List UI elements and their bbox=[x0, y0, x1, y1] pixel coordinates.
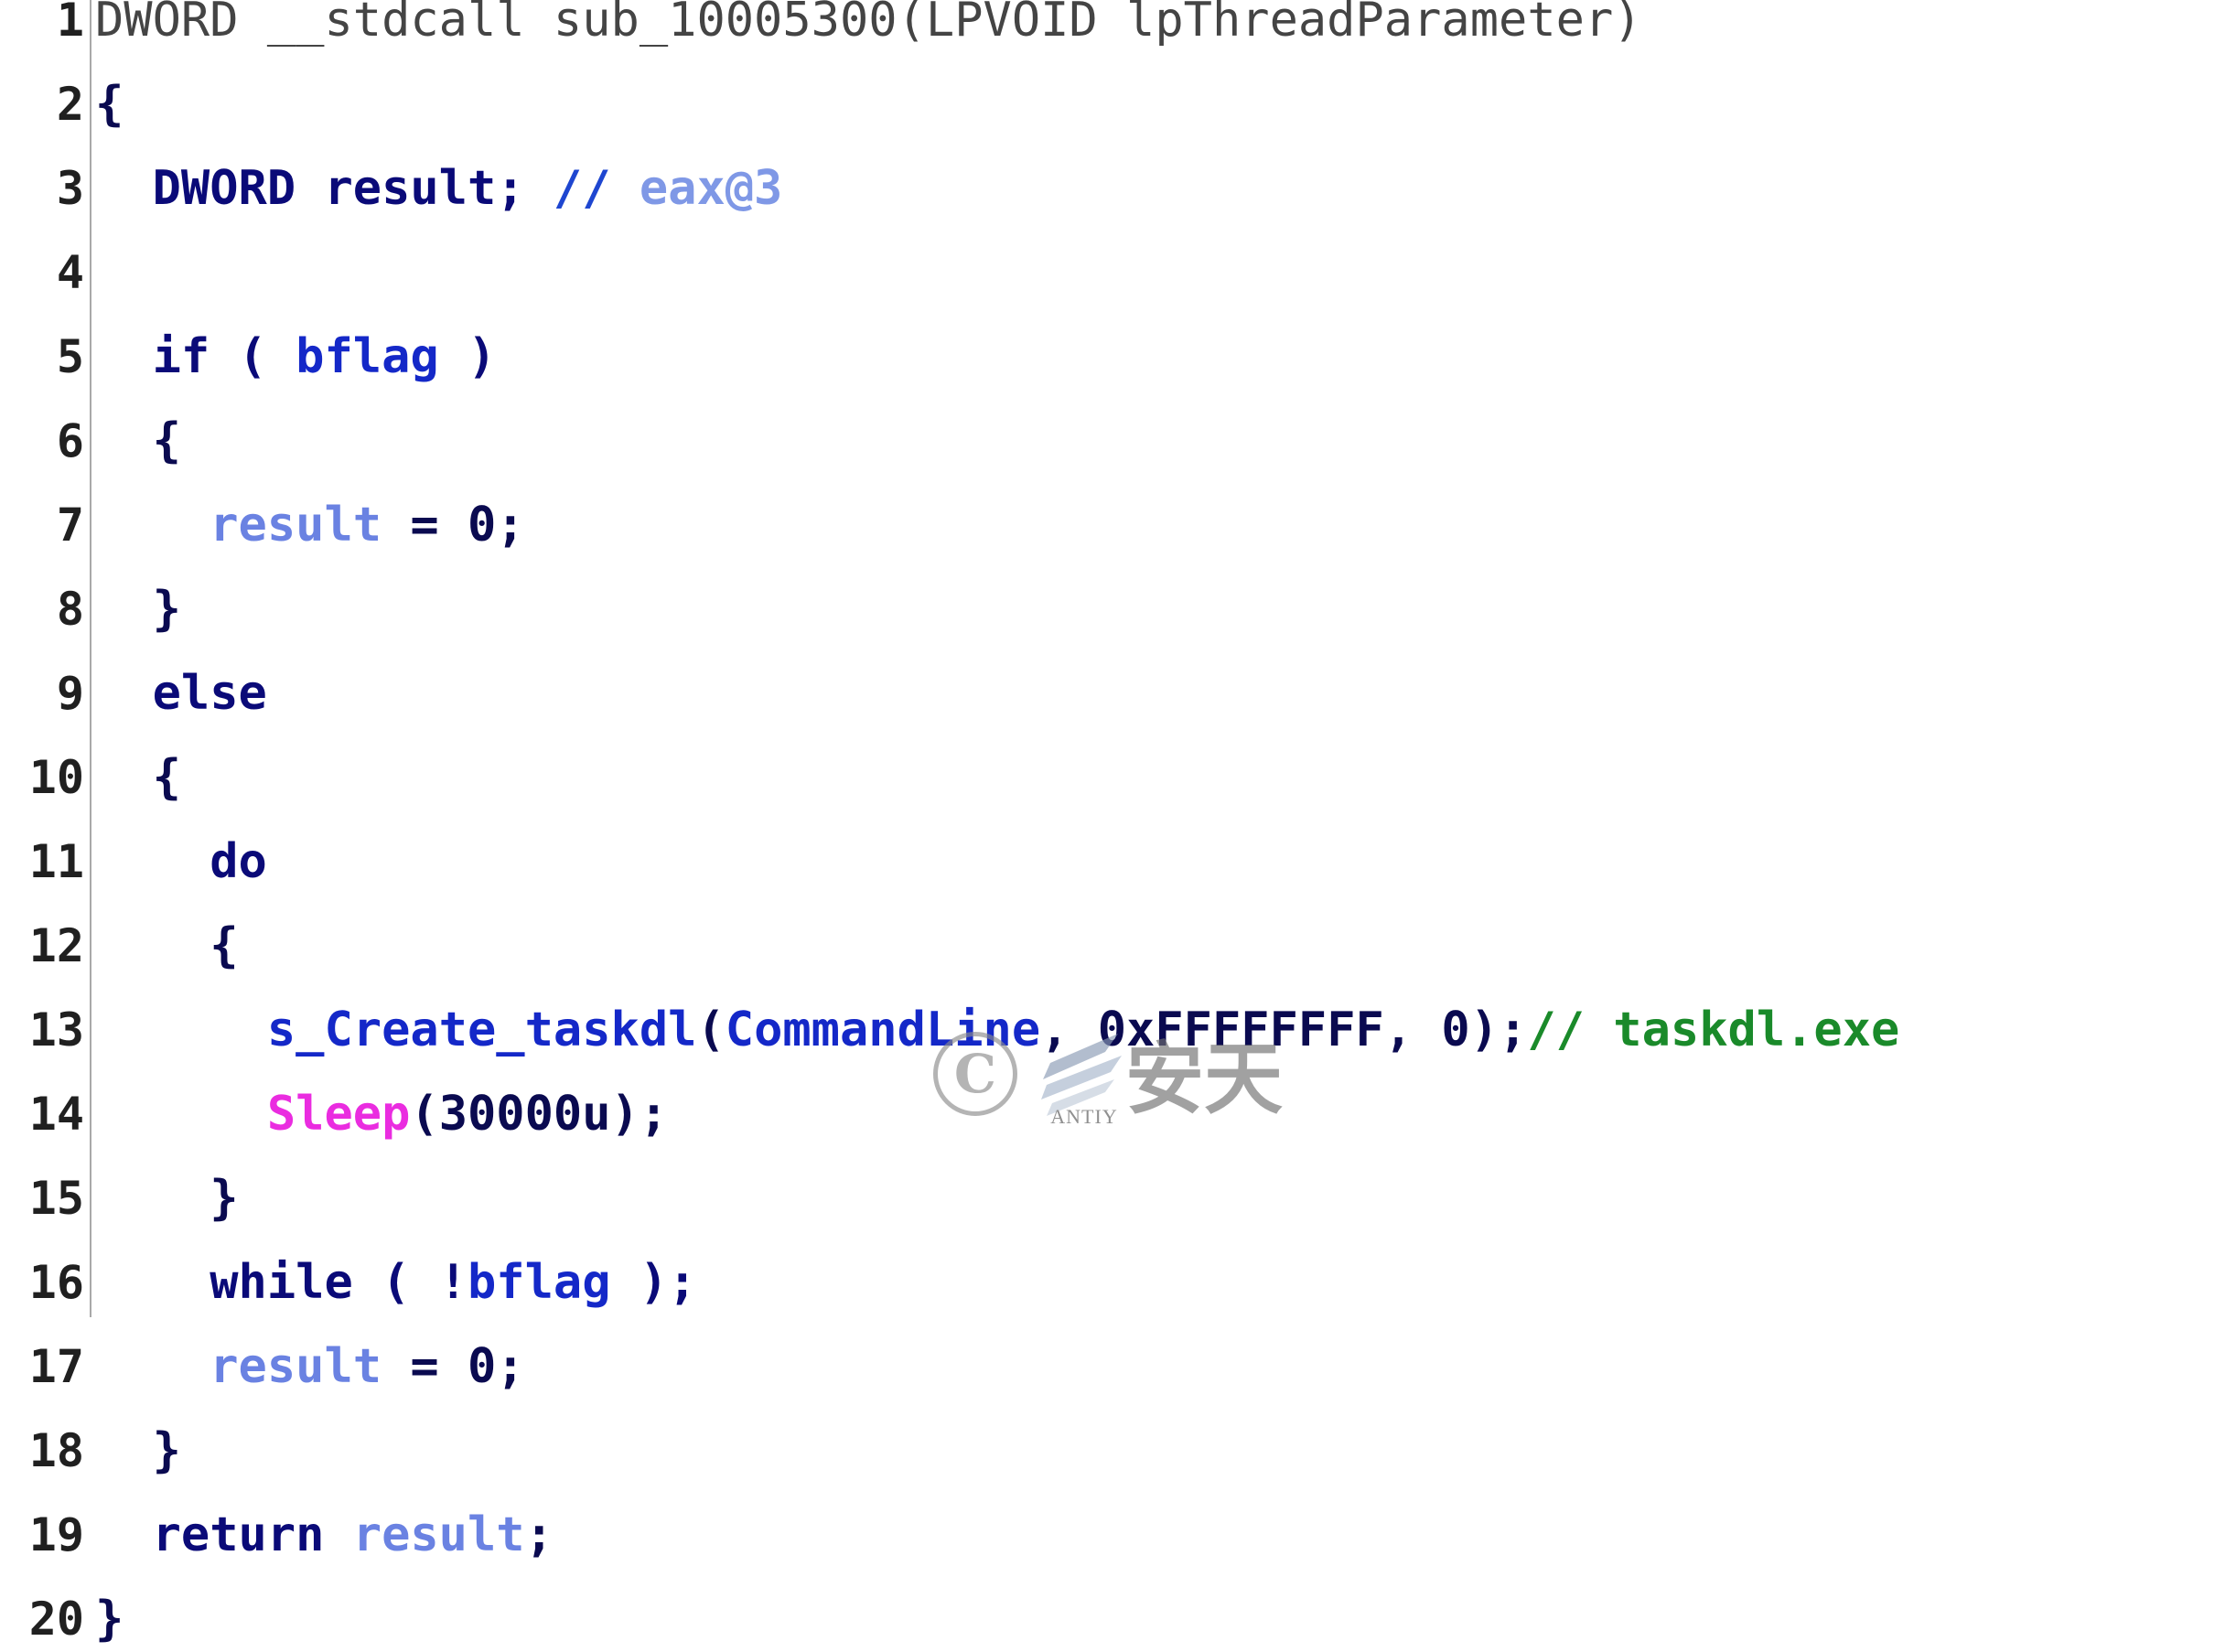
line-number: 17 bbox=[28, 1340, 84, 1393]
line-number: 11 bbox=[28, 835, 84, 888]
code-token: } bbox=[95, 1423, 181, 1478]
code-line[interactable]: 8 } bbox=[0, 576, 2236, 642]
antiy-watermark: C ANTIY 安天 bbox=[933, 1015, 1336, 1134]
line-number: 2 bbox=[56, 78, 84, 131]
code-line[interactable]: 17 result = 0; bbox=[0, 1334, 2236, 1400]
code-line[interactable]: 10 { bbox=[0, 745, 2236, 810]
code-token: do bbox=[95, 834, 267, 889]
code-line[interactable]: 11 do bbox=[0, 829, 2236, 895]
code-token: bflag bbox=[468, 1255, 611, 1310]
line-number: 8 bbox=[56, 583, 84, 636]
code-token: // bbox=[553, 161, 640, 216]
line-number: 19 bbox=[28, 1508, 84, 1561]
code-text: do bbox=[95, 829, 267, 895]
code-line[interactable]: 6 { bbox=[0, 408, 2236, 474]
code-token: = 0; bbox=[382, 498, 525, 552]
line-number: 16 bbox=[28, 1256, 84, 1309]
line-number: 5 bbox=[56, 330, 84, 383]
code-token: if ( bbox=[95, 329, 296, 384]
line-number: 14 bbox=[28, 1088, 84, 1141]
code-token: result bbox=[210, 1339, 382, 1394]
code-token: bflag bbox=[296, 329, 439, 384]
copyright-icon: C bbox=[933, 1032, 1017, 1116]
line-number: 7 bbox=[56, 499, 84, 552]
code-token: { bbox=[95, 750, 181, 805]
code-token: result bbox=[352, 1507, 525, 1562]
code-line[interactable]: 16 while ( !bflag ); bbox=[0, 1250, 2236, 1315]
code-token: ( bbox=[696, 1003, 726, 1057]
code-line[interactable]: 3 DWORD result; // eax@3 bbox=[0, 156, 2236, 221]
code-text: while ( !bflag ); bbox=[95, 1250, 696, 1315]
line-number: 12 bbox=[28, 919, 84, 972]
code-token: eax@3 bbox=[639, 161, 783, 216]
code-line[interactable]: 19 return result; bbox=[0, 1502, 2236, 1568]
code-line[interactable]: 18 } bbox=[0, 1418, 2236, 1484]
code-token: } bbox=[95, 1592, 124, 1647]
code-token: return bbox=[95, 1507, 353, 1562]
line-number: 3 bbox=[56, 162, 84, 215]
code-text: Sleep(30000u); bbox=[95, 1081, 668, 1147]
line-number: 13 bbox=[28, 1003, 84, 1057]
line-number: 4 bbox=[56, 246, 84, 299]
code-text: } bbox=[95, 1586, 124, 1652]
pseudocode-view[interactable]: 1 DWORD __stdcall sub_10005300(LPVOID lpT… bbox=[0, 0, 2236, 1647]
code-token: { bbox=[95, 413, 181, 468]
code-text: } bbox=[95, 1165, 239, 1231]
code-token: while ( ! bbox=[95, 1255, 468, 1310]
code-line[interactable]: 1 DWORD __stdcall sub_10005300(LPVOID lpT… bbox=[0, 0, 2236, 53]
code-text: DWORD __stdcall sub_10005300(LPVOID lpTh… bbox=[95, 0, 1642, 53]
code-token: // taskdl.exe bbox=[1527, 1003, 1900, 1057]
code-token: ; bbox=[524, 1507, 554, 1562]
code-line[interactable]: 4 bbox=[0, 240, 2236, 306]
code-token: else bbox=[95, 666, 267, 721]
line-number: 10 bbox=[28, 751, 84, 804]
code-text: return result; bbox=[95, 1502, 554, 1568]
code-token: result bbox=[210, 498, 382, 552]
line-number: 18 bbox=[28, 1424, 84, 1477]
code-token: (30000u); bbox=[410, 1087, 669, 1142]
line-number: 1 bbox=[56, 0, 84, 47]
code-token: DWORD result; bbox=[95, 161, 554, 216]
code-token: } bbox=[95, 582, 181, 637]
code-line[interactable]: 9 else bbox=[0, 660, 2236, 726]
line-number: 15 bbox=[28, 1172, 84, 1225]
code-token: { bbox=[95, 918, 239, 973]
code-text: { bbox=[95, 745, 181, 810]
code-token: DWORD __stdcall sub_10005300(LPVOID lpTh… bbox=[95, 0, 1642, 48]
code-line[interactable]: 7 result = 0; bbox=[0, 492, 2236, 558]
code-token: } bbox=[95, 1171, 239, 1226]
code-text: { bbox=[95, 913, 239, 979]
code-text: } bbox=[95, 576, 181, 642]
code-text: if ( bflag ) bbox=[95, 324, 497, 390]
code-line[interactable]: 5 if ( bflag ) bbox=[0, 324, 2236, 390]
code-line[interactable]: 20} bbox=[0, 1586, 2236, 1652]
code-token: Sleep bbox=[266, 1087, 411, 1142]
code-text: { bbox=[95, 71, 124, 137]
code-text: result = 0; bbox=[95, 492, 525, 558]
code-token: ); bbox=[610, 1255, 697, 1310]
brand-name: 安天 bbox=[1125, 1034, 1283, 1125]
code-token: { bbox=[95, 77, 124, 132]
antiy-logo-text: ANTIY bbox=[1050, 1105, 1118, 1128]
code-text: DWORD result; // eax@3 bbox=[95, 156, 783, 221]
code-line[interactable]: 15 } bbox=[0, 1165, 2236, 1231]
code-line[interactable]: 12 { bbox=[0, 913, 2236, 979]
code-token: ) bbox=[438, 329, 497, 384]
code-token: = 0; bbox=[382, 1339, 525, 1394]
code-token: s_Create_taskdl bbox=[266, 1003, 697, 1057]
line-number: 6 bbox=[56, 414, 84, 467]
code-text: result = 0; bbox=[95, 1334, 525, 1400]
code-text: else bbox=[95, 660, 267, 726]
code-text: } bbox=[95, 1418, 181, 1484]
code-text: { bbox=[95, 408, 181, 474]
line-number: 9 bbox=[56, 667, 84, 720]
code-line[interactable]: 2{ bbox=[0, 71, 2236, 137]
line-number: 20 bbox=[28, 1593, 84, 1646]
